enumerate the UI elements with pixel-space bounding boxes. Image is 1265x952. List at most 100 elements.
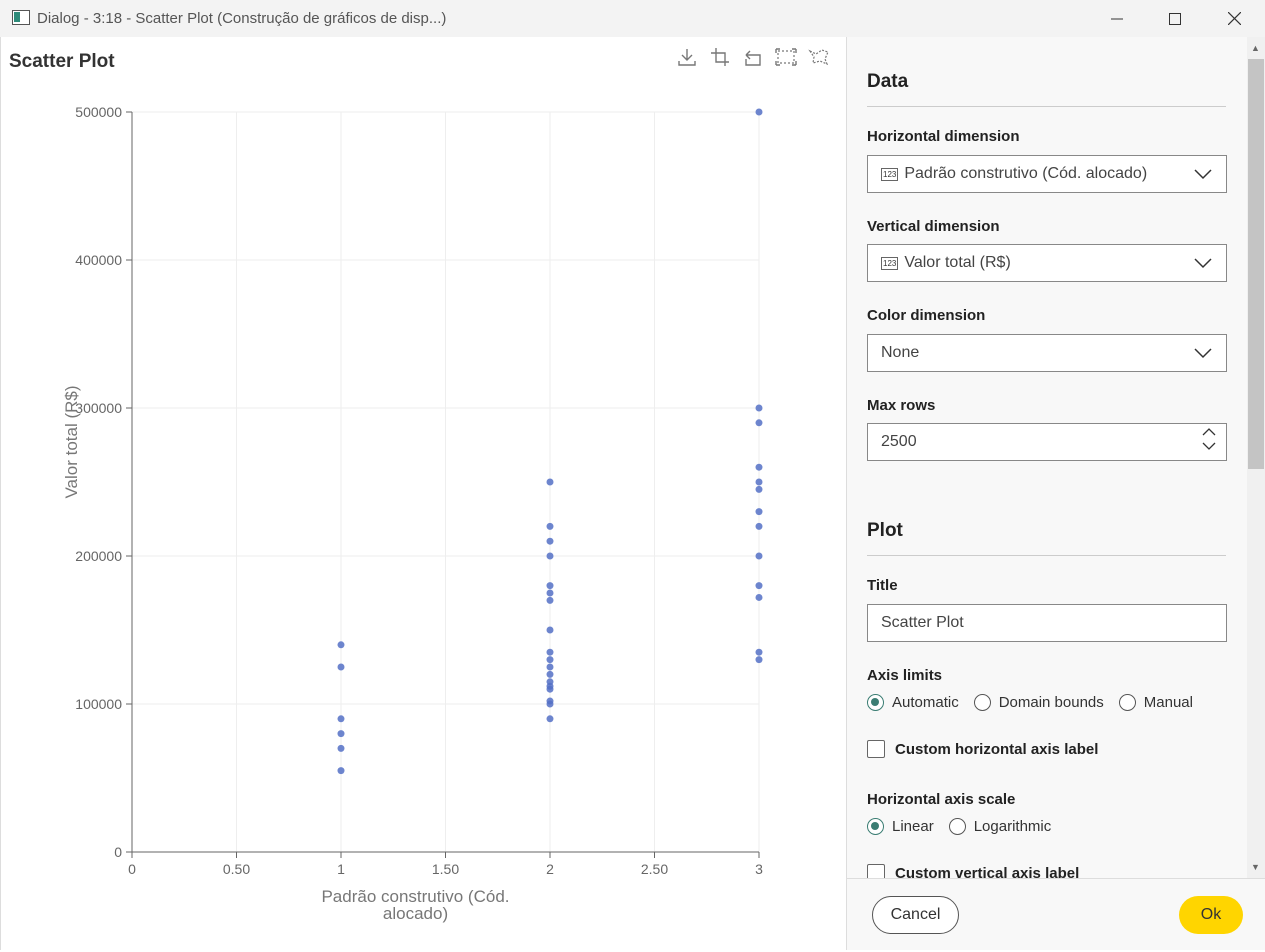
radio-icon[interactable]: [1118, 694, 1136, 711]
scroll-down-icon[interactable]: ▼: [1251, 862, 1260, 872]
data-point[interactable]: [755, 419, 763, 427]
data-point[interactable]: [546, 663, 554, 671]
title-label: Title: [867, 577, 898, 594]
x-tick-label: 2: [546, 861, 554, 877]
data-point[interactable]: [337, 715, 345, 723]
data-point[interactable]: [755, 404, 763, 412]
data-point[interactable]: [546, 715, 554, 723]
y-axis-label: Valor total (R$): [62, 385, 81, 498]
maximize-icon: [1169, 12, 1181, 25]
title-input-value: Scatter Plot: [881, 614, 964, 631]
plot-section-heading: Plot: [867, 520, 903, 541]
dialog-footer: Cancel Ok: [846, 878, 1265, 950]
y-tick-label: 100000: [75, 696, 122, 712]
horizontal-dimension-label: Horizontal dimension: [867, 128, 1020, 145]
max-rows-value: 2500: [881, 433, 917, 450]
x-tick-label: 0: [128, 861, 136, 877]
x-axis-label: Padrão construtivo (Cód. alocado): [321, 887, 509, 923]
data-point[interactable]: [546, 522, 554, 530]
vertical-dimension-select[interactable]: 123 Valor total (R$): [867, 244, 1227, 282]
radio-label: Domain bounds: [998, 694, 1104, 711]
data-point[interactable]: [546, 582, 554, 590]
radio-icon[interactable]: [973, 694, 991, 711]
data-point[interactable]: [546, 670, 554, 678]
numeric-type-icon: 123: [881, 167, 899, 181]
data-point[interactable]: [755, 656, 763, 664]
minimize-button[interactable]: [1088, 0, 1146, 37]
data-point[interactable]: [755, 508, 763, 516]
data-point[interactable]: [337, 641, 345, 649]
data-point[interactable]: [755, 582, 763, 590]
data-point[interactable]: [546, 700, 554, 708]
horizontal-dimension-select[interactable]: 123 Padrão construtivo (Cód. alocado): [867, 155, 1227, 193]
data-point[interactable]: [755, 522, 763, 530]
close-icon: [1227, 12, 1241, 25]
axis-limits-manual[interactable]: Manual: [1118, 694, 1193, 711]
data-point[interactable]: [755, 108, 763, 116]
data-point[interactable]: [337, 730, 345, 738]
radio-selected-icon[interactable]: [867, 694, 884, 711]
max-rows-stepper[interactable]: [1202, 427, 1216, 451]
data-point[interactable]: [546, 596, 554, 604]
radio-icon[interactable]: [948, 818, 966, 835]
data-point[interactable]: [755, 552, 763, 560]
checkbox-label: Custom horizontal axis label: [895, 740, 1099, 758]
axis-limits-domain-bounds[interactable]: Domain bounds: [973, 694, 1104, 711]
data-point[interactable]: [755, 648, 763, 656]
data-point[interactable]: [546, 626, 554, 634]
horizontal-axis-scale-label: Horizontal axis scale: [867, 791, 1016, 808]
chart-panel: Scatter Plot 0 0.50 1 1.50 2 2.50 3 0 100000 2000…: [0, 37, 846, 950]
horizontal-axis-scale-radio-group: Linear Logarithmic: [867, 818, 1066, 835]
color-dimension-select[interactable]: None: [867, 334, 1227, 372]
data-point[interactable]: [546, 537, 554, 545]
max-rows-label: Max rows: [867, 397, 936, 414]
data-point[interactable]: [337, 744, 345, 752]
custom-vertical-axis-label-checkbox[interactable]: Custom vertical axis label: [867, 864, 1079, 878]
data-point[interactable]: [755, 485, 763, 493]
data-point[interactable]: [755, 463, 763, 471]
x-tick-label: 1: [337, 861, 345, 877]
data-point[interactable]: [546, 478, 554, 486]
axis-limits-automatic[interactable]: Automatic: [867, 694, 959, 711]
maximize-button[interactable]: [1146, 0, 1204, 37]
chevron-down-icon[interactable]: [1202, 441, 1216, 451]
scatter-plot[interactable]: 0 0.50 1 1.50 2 2.50 3 0 100000 200000 300000 40000…: [1, 37, 846, 937]
y-tick-label: 0: [114, 844, 122, 860]
ok-button[interactable]: Ok: [1179, 896, 1243, 934]
chevron-up-icon[interactable]: [1202, 427, 1216, 437]
radio-label: Automatic: [892, 694, 959, 711]
chevron-down-icon: [1194, 258, 1212, 269]
checkbox-icon[interactable]: [867, 864, 885, 878]
scrollbar-thumb[interactable]: [1248, 59, 1264, 469]
data-point[interactable]: [546, 589, 554, 597]
vertical-dimension-value: Valor total (R$): [904, 254, 1011, 271]
chevron-down-icon: [1194, 348, 1212, 359]
data-point[interactable]: [337, 767, 345, 775]
radio-selected-icon[interactable]: [867, 818, 884, 835]
checkbox-icon[interactable]: [867, 740, 885, 758]
radio-label: Linear: [892, 818, 934, 835]
scale-logarithmic[interactable]: Logarithmic: [948, 818, 1051, 835]
color-dimension-label: Color dimension: [867, 307, 986, 324]
close-button[interactable]: [1205, 0, 1263, 37]
data-point[interactable]: [546, 648, 554, 656]
max-rows-input[interactable]: 2500: [867, 423, 1227, 461]
axis-limits-label: Axis limits: [867, 667, 943, 684]
data-point[interactable]: [546, 552, 554, 560]
x-tick-label: 3: [755, 861, 763, 877]
data-point[interactable]: [755, 593, 763, 601]
x-tick-label: 2.50: [641, 861, 668, 877]
data-point[interactable]: [546, 685, 554, 693]
data-point[interactable]: [755, 478, 763, 486]
chevron-down-icon: [1194, 169, 1212, 180]
settings-scrollbar[interactable]: ▲ ▼: [1247, 37, 1265, 878]
data-point[interactable]: [546, 656, 554, 664]
data-point[interactable]: [337, 663, 345, 671]
custom-horizontal-axis-label-checkbox[interactable]: Custom horizontal axis label: [867, 740, 1098, 758]
title-input[interactable]: Scatter Plot: [867, 604, 1227, 642]
scroll-up-icon[interactable]: ▲: [1251, 43, 1260, 53]
cancel-button[interactable]: Cancel: [872, 896, 959, 934]
radio-label: Manual: [1143, 694, 1193, 711]
app-icon: [12, 10, 30, 25]
scale-linear[interactable]: Linear: [867, 818, 934, 835]
